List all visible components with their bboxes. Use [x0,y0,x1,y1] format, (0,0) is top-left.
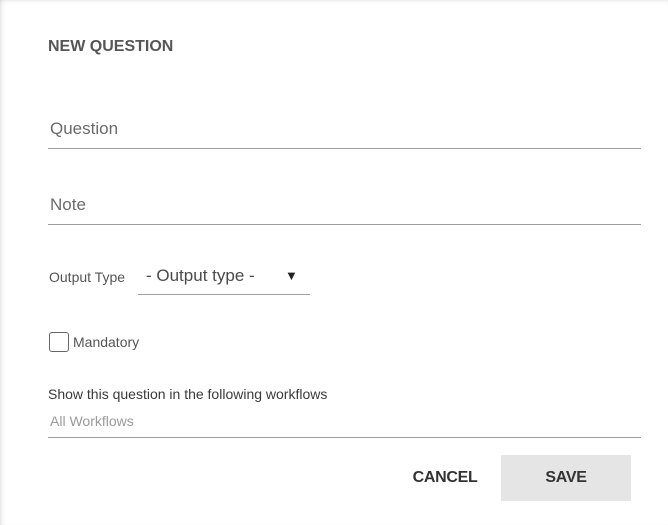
new-question-dialog: NEW QUESTION Question Note Output Type -… [0,0,668,525]
note-placeholder: Note [50,195,86,214]
workflows-input[interactable]: All Workflows [48,408,641,438]
note-input[interactable]: Note [48,188,641,225]
output-type-select[interactable]: - Output type - ▼ [138,260,310,295]
mandatory-checkbox[interactable] [49,332,69,352]
mandatory-label: Mandatory [73,334,140,350]
cancel-button[interactable]: CANCEL [402,455,488,501]
workflows-placeholder: All Workflows [50,413,134,429]
output-type-label: Output Type [49,269,126,285]
question-placeholder: Question [50,119,119,138]
workflows-label: Show this question in the following work… [48,386,328,402]
dropdown-arrow-icon: ▼ [285,268,298,283]
output-type-selected-value: - Output type - [146,266,255,285]
save-button[interactable]: SAVE [501,455,631,501]
question-input[interactable]: Question [48,112,641,149]
dialog-title: NEW QUESTION [48,38,174,55]
